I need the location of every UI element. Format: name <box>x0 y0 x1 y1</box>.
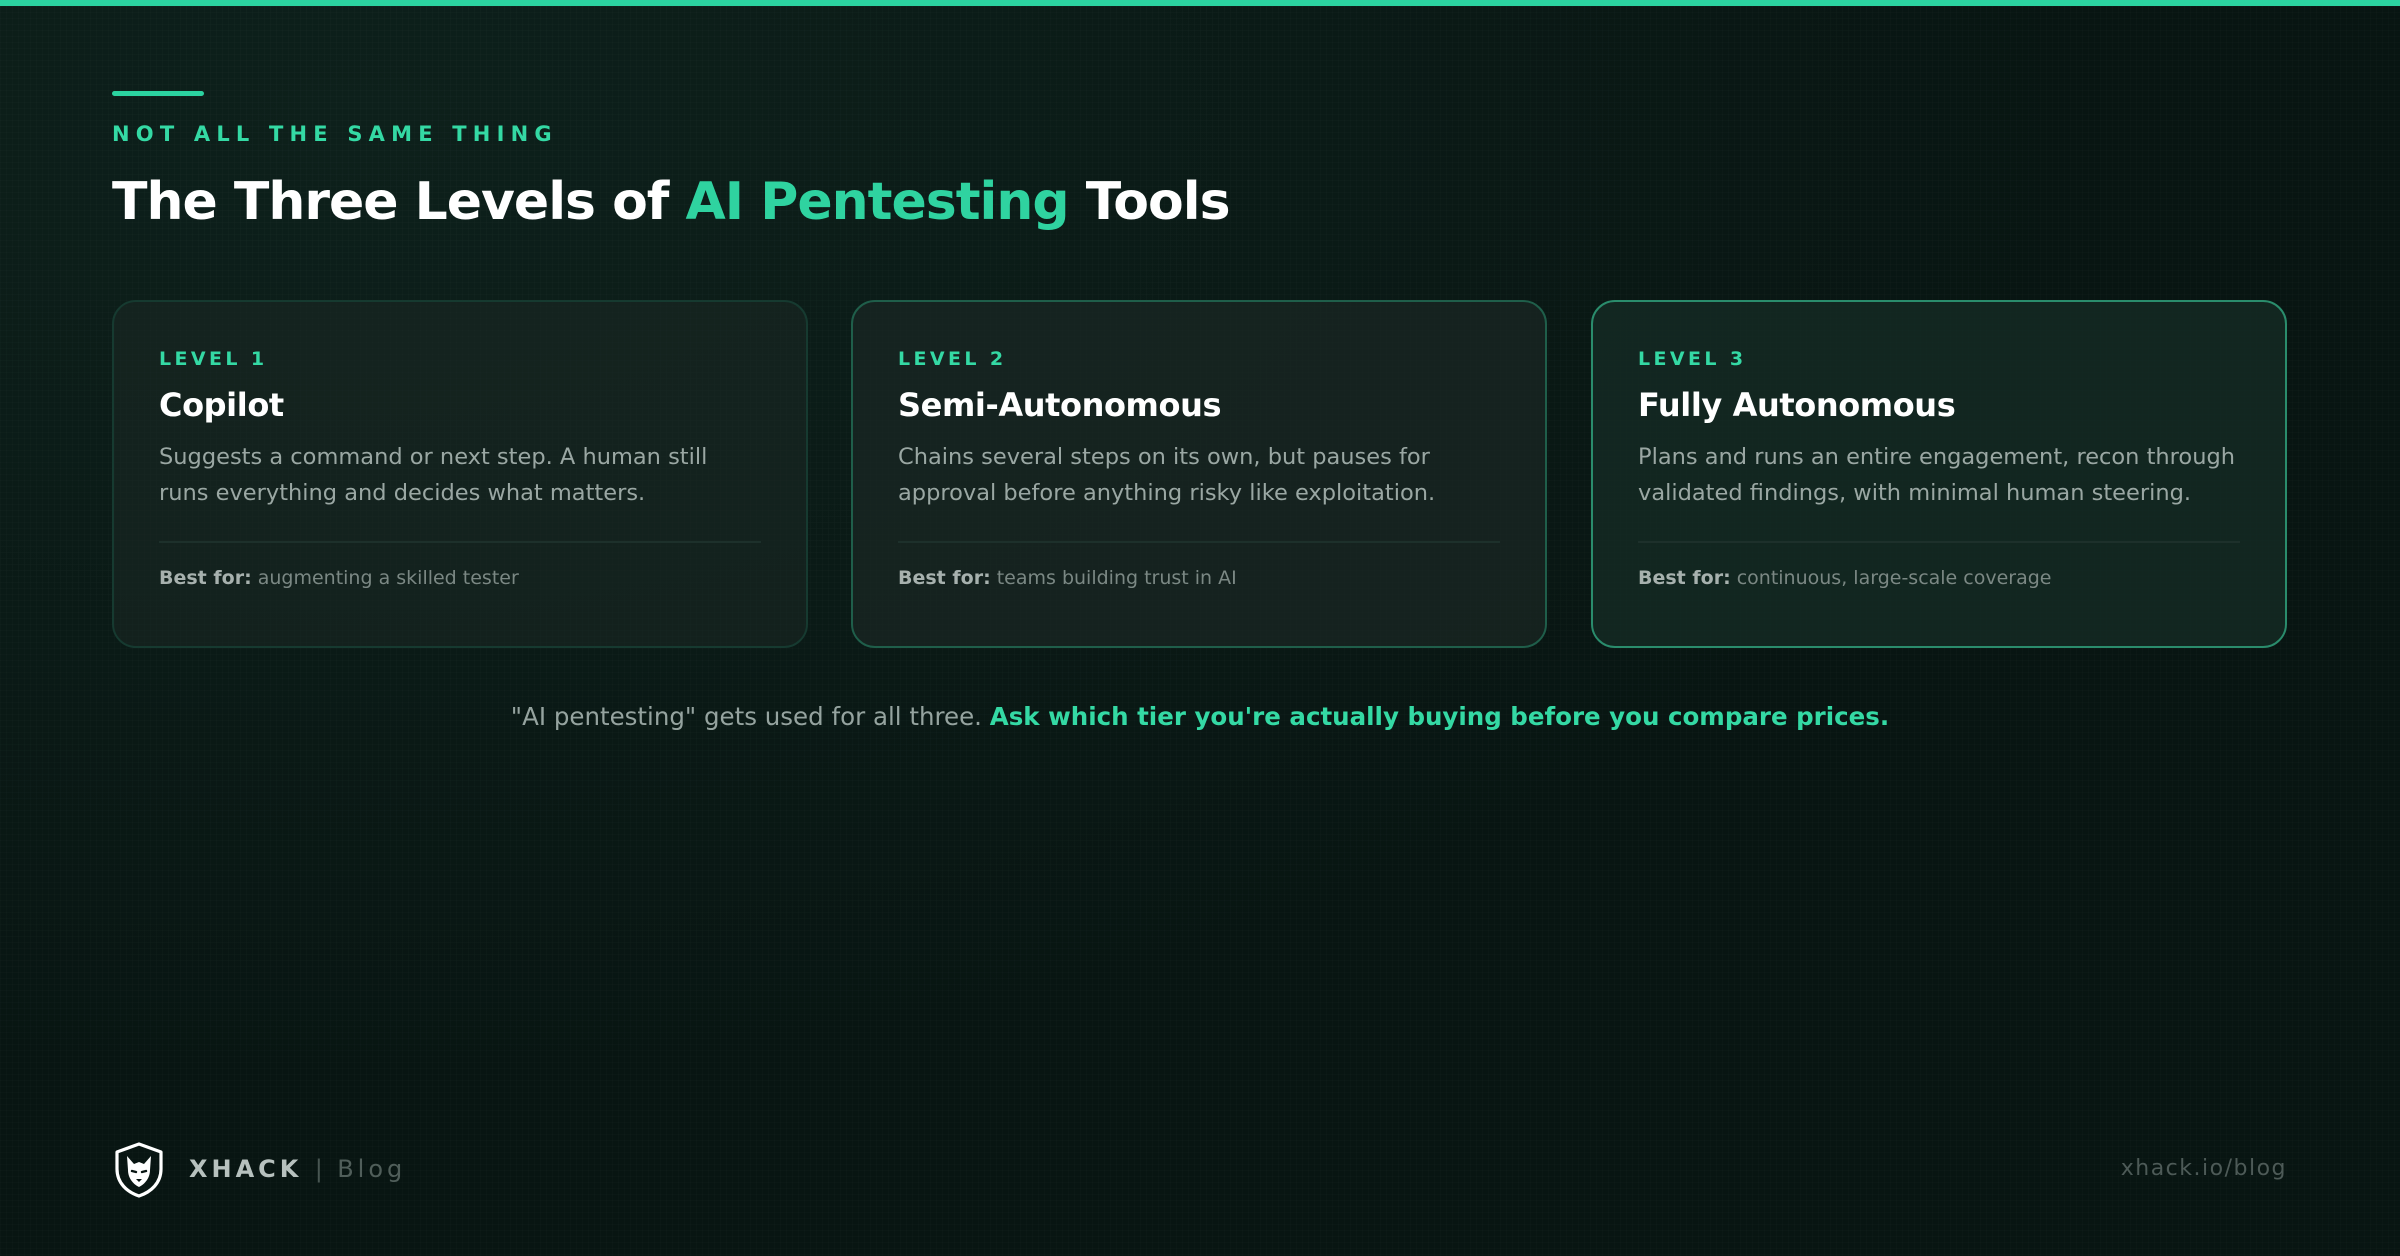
accent-rule <box>112 91 204 96</box>
card-divider <box>898 541 1500 544</box>
best-for-value: teams building trust in AI <box>996 567 1237 590</box>
best-for-label: Best for: <box>1638 567 1731 590</box>
best-for-label: Best for: <box>898 567 991 590</box>
brand-name: XHACK <box>189 1155 303 1183</box>
title-suffix: Tools <box>1068 172 1231 232</box>
card-level-label: LEVEL 1 <box>159 348 268 370</box>
title-highlight: AI Pentesting <box>685 172 1070 232</box>
level-card-semi-autonomous: LEVEL 2 Semi-Autonomous Chains several s… <box>851 300 1547 648</box>
card-title: Copilot <box>159 386 284 424</box>
level-card-fully-autonomous: LEVEL 3 Fully Autonomous Plans and runs … <box>1591 300 2287 648</box>
note-text: "AI pentesting" gets used for all three. <box>510 702 990 731</box>
card-title: Semi-Autonomous <box>898 386 1222 424</box>
level-card-copilot: LEVEL 1 Copilot Suggests a command or ne… <box>112 300 808 648</box>
best-for-label: Best for: <box>159 567 252 590</box>
brand-separator: | <box>314 1155 325 1183</box>
page-title: The Three Levels of AI Pentesting Tools <box>112 172 1231 232</box>
card-level-label: LEVEL 2 <box>898 348 1007 370</box>
card-best-for: Best for: augmenting a skilled tester <box>159 567 761 589</box>
card-title: Fully Autonomous <box>1638 386 1956 424</box>
best-for-value: continuous, large-scale coverage <box>1736 567 2052 590</box>
card-level-label: LEVEL 3 <box>1638 348 1747 370</box>
card-best-for: Best for: teams building trust in AI <box>898 567 1500 589</box>
brand-section: Blog <box>337 1155 407 1183</box>
card-divider <box>1638 541 2240 544</box>
top-accent-bar <box>0 0 2400 6</box>
card-description: Plans and runs an entire engagement, rec… <box>1638 444 2235 507</box>
eyebrow-label: NOT ALL THE SAME THING <box>112 122 558 146</box>
card-description: Chains several steps on its own, but pau… <box>898 444 1436 507</box>
footer-url-link[interactable]: xhack.io/blog <box>2121 1156 2287 1181</box>
title-prefix: The Three Levels of <box>112 172 686 232</box>
note-emphasis: Ask which tier you're actually buying be… <box>989 702 1890 731</box>
card-best-for: Best for: continuous, large-scale covera… <box>1638 567 2240 589</box>
card-divider <box>159 541 761 544</box>
best-for-value: augmenting a skilled tester <box>257 567 519 590</box>
footer-brand: XHACK | Blog <box>189 1155 406 1183</box>
summary-note: "AI pentesting" gets used for all three.… <box>0 702 2400 731</box>
card-description: Suggests a command or next step. A human… <box>159 444 708 507</box>
wolf-shield-icon <box>115 1142 163 1198</box>
